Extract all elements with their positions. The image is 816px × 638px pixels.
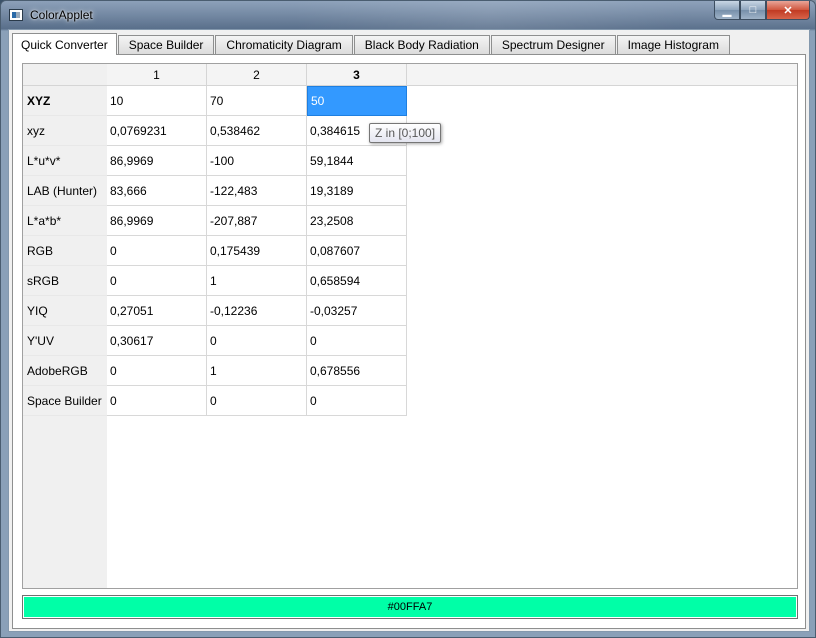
table-cell[interactable]: 0 [107,266,207,296]
table-row: L*u*v* 86,9969 -100 59,1844 [23,146,407,176]
table-cell[interactable]: 19,3189 [307,176,407,206]
table-row: sRGB 0 1 0,658594 [23,266,407,296]
maximize-button[interactable]: □ [740,1,766,20]
table-cell[interactable]: -0,12236 [207,296,307,326]
table-row: XYZ 10 70 50 [23,86,407,116]
table-cell[interactable]: 0,175439 [207,236,307,266]
table-row: LAB (Hunter) 83,666 -122,483 19,3189 [23,176,407,206]
column-header-2[interactable]: 2 [207,64,307,86]
app-window: ColorApplet ▁ □ ✕ Quick Converter Space … [0,0,816,638]
table-cell[interactable]: 86,9969 [107,146,207,176]
table-cell[interactable]: 83,666 [107,176,207,206]
table-cell[interactable]: 23,2508 [307,206,407,236]
table-cell[interactable]: -207,887 [207,206,307,236]
close-button[interactable]: ✕ [766,1,810,20]
tab-chromaticity-diagram[interactable]: Chromaticity Diagram [215,35,353,54]
table-cell[interactable]: 0,30617 [107,326,207,356]
row-header-adobergb[interactable]: AdobeRGB [23,356,107,386]
row-header-yiq[interactable]: YIQ [23,296,107,326]
tab-black-body-radiation[interactable]: Black Body Radiation [353,35,490,54]
table-cell[interactable]: 0,087607 [307,236,407,266]
table-row: AdobeRGB 0 1 0,678556 [23,356,407,386]
table-cell[interactable]: -100 [207,146,307,176]
table-cell[interactable]: -0,03257 [307,296,407,326]
tab-bar: Quick Converter Space Builder Chromatici… [12,32,731,55]
column-header-1[interactable]: 1 [107,64,207,86]
table-cell[interactable]: 0 [107,236,207,266]
table-cell[interactable]: 59,1844 [307,146,407,176]
window-controls: ▁ □ ✕ [714,1,810,21]
table-row: L*a*b* 86,9969 -207,887 23,2508 [23,206,407,236]
table-cell[interactable]: 86,9969 [107,206,207,236]
table-cell[interactable]: 0 [107,386,207,416]
minimize-icon: ▁ [722,4,732,17]
minimize-button[interactable]: ▁ [714,1,740,20]
table-cell[interactable]: 10 [107,86,207,116]
table-cell-selected[interactable]: 50 [307,86,407,116]
table-cell[interactable]: 0,538462 [207,116,307,146]
color-hex-label: #00FFA7 [387,601,433,613]
table-cell[interactable]: 0 [207,386,307,416]
table-cell[interactable]: -122,483 [207,176,307,206]
title-bar[interactable]: ColorApplet ▁ □ ✕ [1,1,815,29]
table-cell[interactable]: 0 [307,386,407,416]
table-cell[interactable]: 0,678556 [307,356,407,386]
row-header-xyz-lower[interactable]: xyz [23,116,107,146]
conversion-table: 1 2 3 XYZ 10 70 50 xyz 0,0769231 0,53846… [22,63,798,589]
maximize-icon: □ [749,4,757,16]
table-row: YIQ 0,27051 -0,12236 -0,03257 [23,296,407,326]
row-header-rgb[interactable]: RGB [23,236,107,266]
table-corner[interactable] [23,64,107,86]
tab-space-builder[interactable]: Space Builder [117,35,215,54]
cell-tooltip: Z in [0;100] [369,123,442,143]
table-row: Space Builder 0 0 0 [23,386,407,416]
header-filler [407,64,797,86]
tab-quick-converter[interactable]: Quick Converter [12,33,117,55]
table-cell[interactable]: 0,0769231 [107,116,207,146]
table-row: Y'UV 0,30617 0 0 [23,326,407,356]
column-header-3[interactable]: 3 [307,64,407,86]
window-title: ColorApplet [30,8,93,22]
row-header-luv[interactable]: L*u*v* [23,146,107,176]
row-header-srgb[interactable]: sRGB [23,266,107,296]
client-area: Quick Converter Space Builder Chromatici… [8,29,810,632]
close-icon: ✕ [783,4,793,17]
color-preview-bar: #00FFA7 [22,595,798,619]
table-cell[interactable]: 0 [207,326,307,356]
table-rows: XYZ 10 70 50 xyz 0,0769231 0,538462 0,38… [23,86,407,416]
table-row: xyz 0,0769231 0,538462 0,384615 [23,116,407,146]
table-cell[interactable]: 70 [207,86,307,116]
table-cell[interactable]: 0,27051 [107,296,207,326]
tab-spectrum-designer[interactable]: Spectrum Designer [490,35,616,54]
app-icon [9,9,23,21]
table-cell[interactable]: 1 [207,356,307,386]
table-cell[interactable]: 1 [207,266,307,296]
row-header-lab-hunter[interactable]: LAB (Hunter) [23,176,107,206]
table-cell[interactable]: 0,658594 [307,266,407,296]
row-header-space-builder[interactable]: Space Builder [23,386,107,416]
table-cell[interactable]: 0 [107,356,207,386]
column-headers: 1 2 3 [107,64,407,86]
quick-converter-panel: 1 2 3 XYZ 10 70 50 xyz 0,0769231 0,53846… [12,54,806,629]
row-header-xyz[interactable]: XYZ [23,86,107,116]
table-cell[interactable]: 0 [307,326,407,356]
row-header-lab[interactable]: L*a*b* [23,206,107,236]
table-row: RGB 0 0,175439 0,087607 [23,236,407,266]
tab-image-histogram[interactable]: Image Histogram [616,35,730,54]
row-header-yuv[interactable]: Y'UV [23,326,107,356]
